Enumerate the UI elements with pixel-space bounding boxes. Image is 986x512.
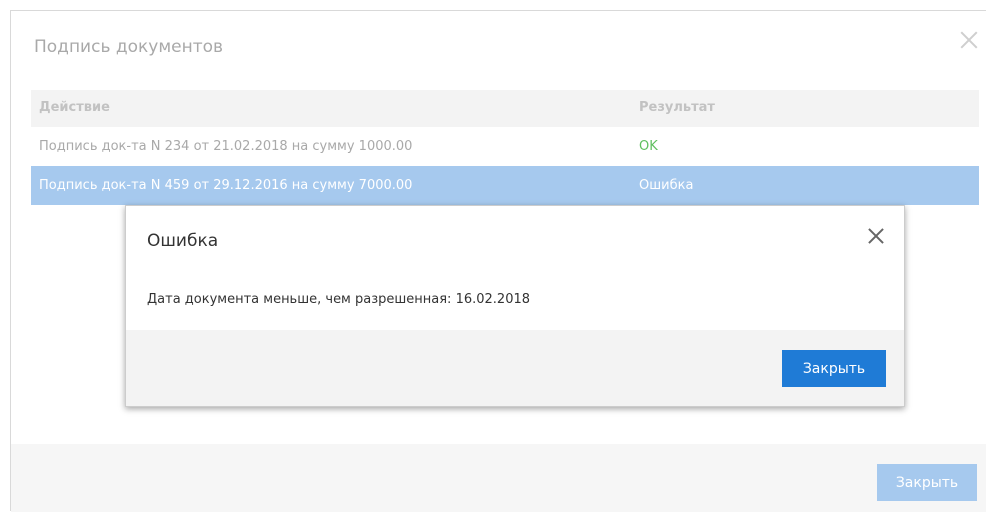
row-result: Ошибка [639, 178, 694, 193]
dialog-footer: Закрыть [11, 444, 986, 512]
results-table: Действие Результат Подпись док-та N 234 … [31, 90, 979, 205]
table-row-selected[interactable]: Подпись док-та N 459 от 29.12.2016 на су… [31, 166, 979, 205]
table-header: Действие Результат [31, 90, 979, 127]
column-header-action: Действие [39, 100, 110, 115]
row-action: Подпись док-та N 234 от 21.02.2018 на су… [39, 139, 413, 154]
dialog-title: Подпись документов [34, 37, 224, 57]
row-result: OK [639, 139, 658, 154]
close-icon[interactable] [958, 29, 980, 51]
close-icon[interactable] [866, 226, 886, 246]
row-action: Подпись док-та N 459 от 29.12.2016 на су… [39, 178, 413, 193]
modal-close-button[interactable]: Закрыть [782, 350, 886, 387]
column-header-result: Результат [639, 100, 715, 115]
close-button[interactable]: Закрыть [877, 464, 977, 501]
error-modal: Ошибка Дата документа меньше, чем разреш… [125, 205, 905, 407]
modal-footer: Закрыть [126, 330, 904, 406]
error-message: Дата документа меньше, чем разрешенная: … [147, 292, 531, 307]
table-row[interactable]: Подпись док-та N 234 от 21.02.2018 на су… [31, 127, 979, 166]
modal-title: Ошибка [147, 231, 219, 251]
